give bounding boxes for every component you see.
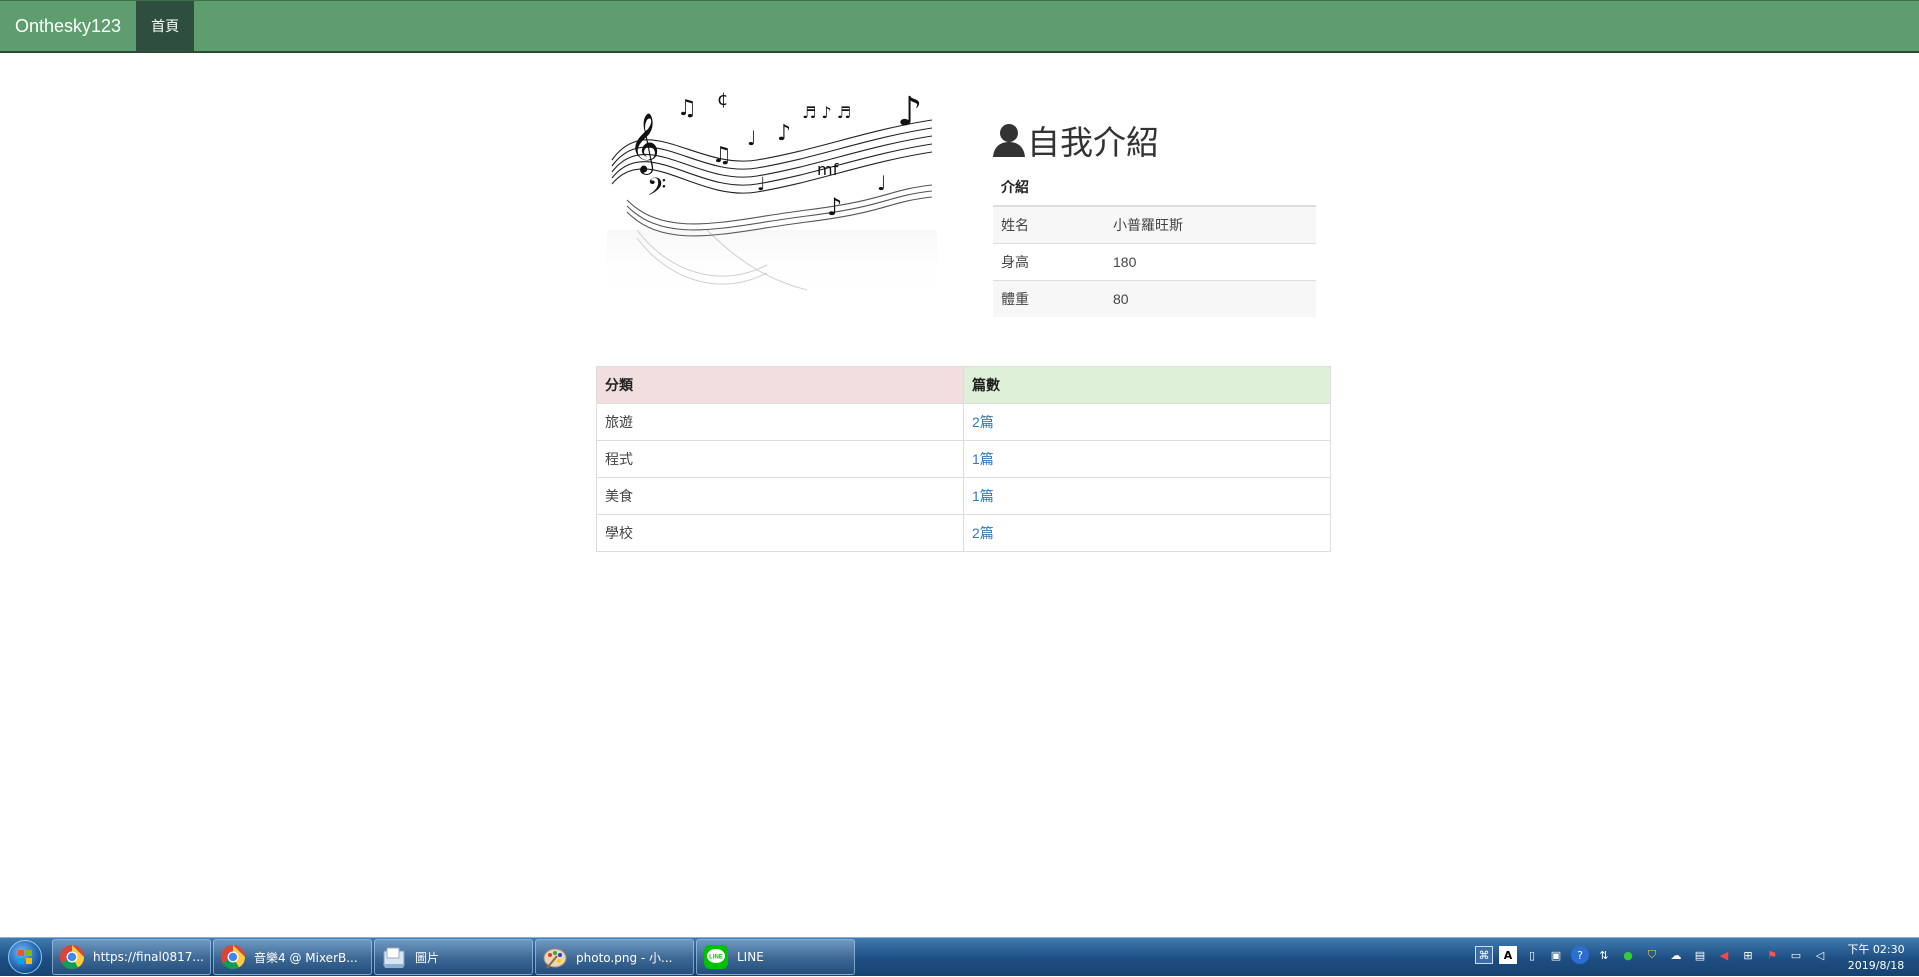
clock-date: 2019/8/18	[1847, 958, 1905, 972]
category-count-link[interactable]: 2篇	[972, 525, 994, 541]
task-label: 音樂4 @ MixerB...	[254, 950, 358, 965]
shield-icon[interactable]: ⛉	[1643, 946, 1661, 964]
intro-key: 體重	[993, 279, 1105, 317]
taskbar-item-chrome-1[interactable]: https://final0817...	[52, 939, 211, 975]
table-row: 程式 1篇	[596, 440, 1331, 478]
svg-text:♪: ♪	[897, 90, 923, 135]
svg-text:¢: ¢	[717, 90, 728, 110]
chrome-icon	[60, 945, 84, 970]
category-count-cell: 1篇	[963, 440, 1331, 478]
task-label: photo.png - 小...	[576, 950, 673, 965]
nav-item-home[interactable]: 首頁	[136, 1, 195, 51]
svg-text:♫: ♫	[677, 96, 697, 121]
intro-heading-text: 自我介紹	[1027, 123, 1159, 162]
windows-taskbar: https://final0817... 音樂4 @ MixerB... 圖片 …	[0, 937, 1919, 976]
taskbar-item-paint[interactable]: photo.png - 小...	[535, 939, 694, 975]
paint-icon	[543, 948, 567, 969]
svg-text:𝄢: 𝄢	[647, 173, 666, 208]
svg-text:LINE: LINE	[709, 955, 723, 961]
taskbar-item-folder[interactable]: 圖片	[374, 939, 533, 975]
volume-mute-icon[interactable]: ◀	[1715, 946, 1733, 964]
music-staff-notes-image: 𝄞 𝄢 ♫ ¢ ♩ ♪ ♬ ♪ ♬ ♪ ♫ ♩ mf ♪ ♩	[607, 90, 937, 300]
intro-value: 180	[1105, 242, 1316, 280]
intro-key: 姓名	[993, 205, 1105, 243]
intro-key: 身高	[993, 242, 1105, 280]
table-row: 美食 1篇	[596, 477, 1331, 515]
table-row: 姓名 小普羅旺斯	[993, 205, 1316, 243]
category-count-cell: 1篇	[963, 477, 1331, 515]
category-name: 程式	[596, 440, 964, 478]
chrome-icon	[221, 945, 245, 970]
tray-display-icon[interactable]: ▣	[1547, 946, 1565, 964]
top-navbar: Onthesky123 首頁	[0, 0, 1919, 53]
wechat-icon[interactable]: ●	[1619, 946, 1637, 964]
task-label: https://final0817...	[93, 950, 204, 964]
task-label: LINE	[737, 950, 764, 964]
svg-text:♩: ♩	[747, 126, 756, 150]
svg-text:♩: ♩	[877, 171, 886, 195]
category-name: 旅遊	[596, 403, 964, 441]
tray-window-icon[interactable]: ▯	[1523, 946, 1541, 964]
flag-icon[interactable]: ⚑	[1763, 946, 1781, 964]
svg-text:♩: ♩	[757, 174, 766, 195]
cloud-icon[interactable]: ☁	[1667, 946, 1685, 964]
task-label: 圖片	[415, 950, 440, 965]
category-header: 分類	[596, 366, 964, 404]
category-count-cell: 2篇	[963, 514, 1331, 552]
count-header: 篇數	[963, 366, 1331, 404]
category-count-link[interactable]: 2篇	[972, 414, 994, 430]
user-icon	[993, 124, 1025, 157]
table-row: 學校 2篇	[596, 514, 1331, 552]
brand-link[interactable]: Onthesky123	[0, 1, 136, 51]
table-row: 身高 180	[993, 242, 1316, 280]
category-count-cell: 2篇	[963, 403, 1331, 441]
category-count-link[interactable]: 1篇	[972, 488, 994, 504]
tray-chart-icon[interactable]: ▤	[1691, 946, 1709, 964]
intro-value: 80	[1105, 279, 1316, 317]
intro-heading: 自我介紹	[992, 116, 1159, 164]
category-name: 學校	[596, 514, 964, 552]
system-tray: ⌘ A ▯ ▣ ? ⇅ ● ⛉ ☁ ▤ ◀ ⊞ ⚑ ▭ ◁	[1475, 946, 1829, 964]
ime-icon[interactable]: A	[1499, 946, 1517, 964]
speaker-icon[interactable]: ◁	[1811, 946, 1829, 964]
svg-text:♫: ♫	[712, 143, 732, 168]
start-button[interactable]	[0, 938, 50, 977]
category-table: 分類 篇數 旅遊 2篇 程式 1篇 美食 1篇 學校 2篇	[596, 366, 1331, 552]
table-row: 體重 80	[993, 279, 1316, 317]
folder-icon	[383, 947, 405, 968]
svg-text:♪: ♪	[777, 121, 791, 146]
intro-value: 小普羅旺斯	[1105, 205, 1316, 243]
monitor-icon[interactable]: ▭	[1787, 946, 1805, 964]
tray-arrow-icon[interactable]: ⇅	[1595, 946, 1613, 964]
svg-text:𝄞: 𝄞	[629, 113, 660, 175]
tray-app-icon[interactable]: ⌘	[1475, 946, 1493, 964]
intro-table-header: 介紹	[993, 169, 1316, 207]
category-count-link[interactable]: 1篇	[972, 451, 994, 467]
line-icon: LINE	[704, 945, 728, 969]
taskbar-item-chrome-2[interactable]: 音樂4 @ MixerB...	[213, 939, 372, 975]
svg-text:mf: mf	[817, 160, 839, 179]
taskbar-clock[interactable]: 下午 02:30 2019/8/18	[1833, 938, 1919, 977]
network-icon[interactable]: ⊞	[1739, 946, 1757, 964]
table-row: 旅遊 2篇	[596, 403, 1331, 441]
intro-table: 介紹 姓名 小普羅旺斯 身高 180 體重 80	[993, 169, 1316, 317]
clock-time: 下午 02:30	[1847, 942, 1905, 956]
svg-text:♬ ♪ ♬: ♬ ♪ ♬	[802, 103, 851, 122]
taskbar-item-line[interactable]: LINE LINE	[696, 939, 855, 975]
category-name: 美食	[596, 477, 964, 515]
help-icon[interactable]: ?	[1571, 946, 1589, 964]
svg-text:♪: ♪	[827, 193, 842, 221]
windows-logo-icon	[8, 940, 42, 974]
